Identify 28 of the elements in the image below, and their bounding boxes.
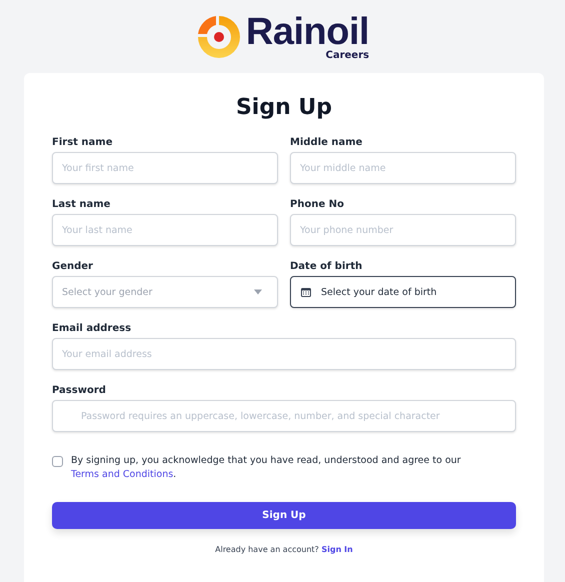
field-label: Email address [52, 322, 132, 335]
input-field[interactable]: Your last name [52, 214, 278, 246]
field-label: Middle name [290, 136, 364, 149]
field-label: Gender [52, 260, 94, 273]
field-label: First name [52, 136, 114, 149]
input-field[interactable]: Your middle name [290, 152, 516, 184]
field-label: Phone No [290, 198, 345, 211]
sign-in-prompt: Already have an account? Sign In [214, 545, 354, 554]
input-field[interactable]: Password requires an uppercase, lowercase, number, and special character [52, 400, 516, 432]
field-label: Password [52, 384, 107, 397]
sign-up-button[interactable]: Sign Up [52, 502, 516, 529]
select-field[interactable]: Select your gender [52, 276, 278, 308]
form-title: Sign Up [234, 95, 334, 120]
dropdown-caret-icon [254, 290, 262, 294]
input-field[interactable]: Your phone number [290, 214, 516, 246]
brand-subtitle: Careers [326, 50, 370, 60]
sign-in-link[interactable]: Sign In [321, 545, 353, 554]
field-label: Last name [52, 198, 112, 211]
terms-link[interactable]: Terms and Conditions [71, 469, 174, 480]
calendar-icon [301, 287, 311, 297]
checkbox[interactable] [52, 456, 63, 467]
brand-name: Rainoil [246, 14, 370, 50]
field-label: Date of birth [290, 260, 364, 273]
input-field[interactable]: Your first name [52, 152, 278, 184]
input-field[interactable]: Your email address [52, 338, 516, 370]
agreement-text: By signing up, you acknowledge that you have read, understood and agree to our Terms and Conditions. [71, 454, 462, 482]
logo-icon [196, 14, 242, 60]
date-field[interactable]: Select your date of birth [290, 276, 516, 308]
